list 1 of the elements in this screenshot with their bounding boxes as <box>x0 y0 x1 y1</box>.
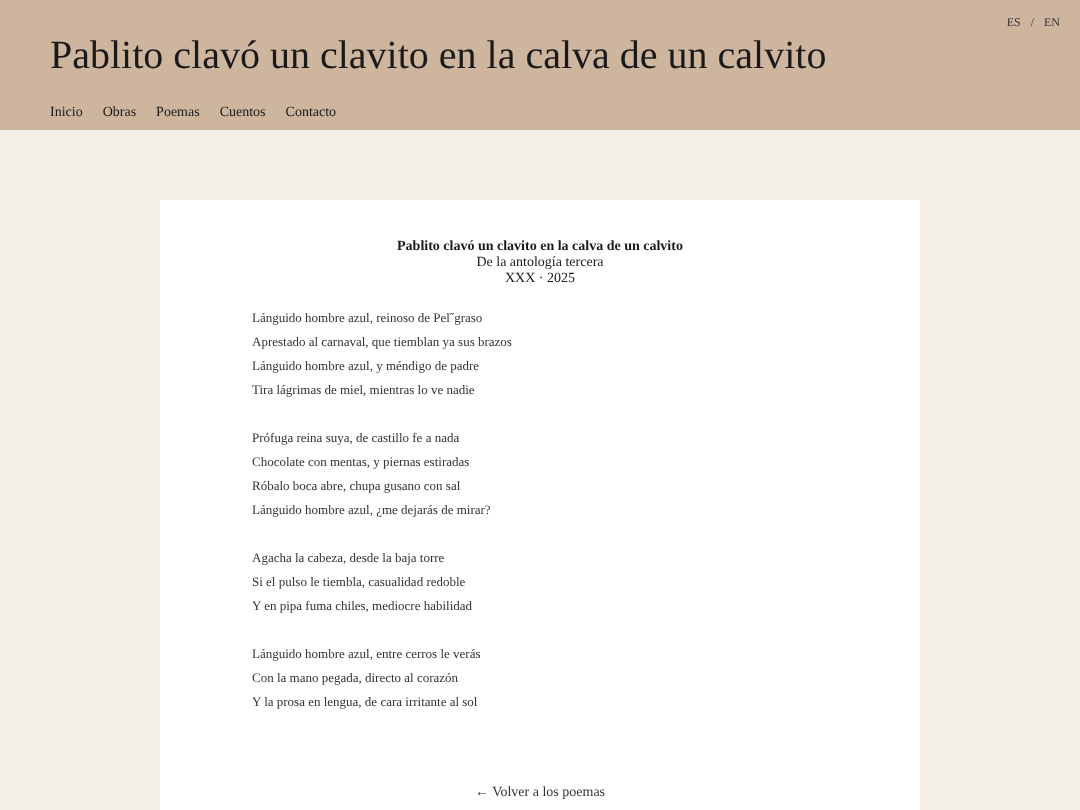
site-title: Pablito clavó un clavito en la calva de un calvito <box>50 36 829 76</box>
